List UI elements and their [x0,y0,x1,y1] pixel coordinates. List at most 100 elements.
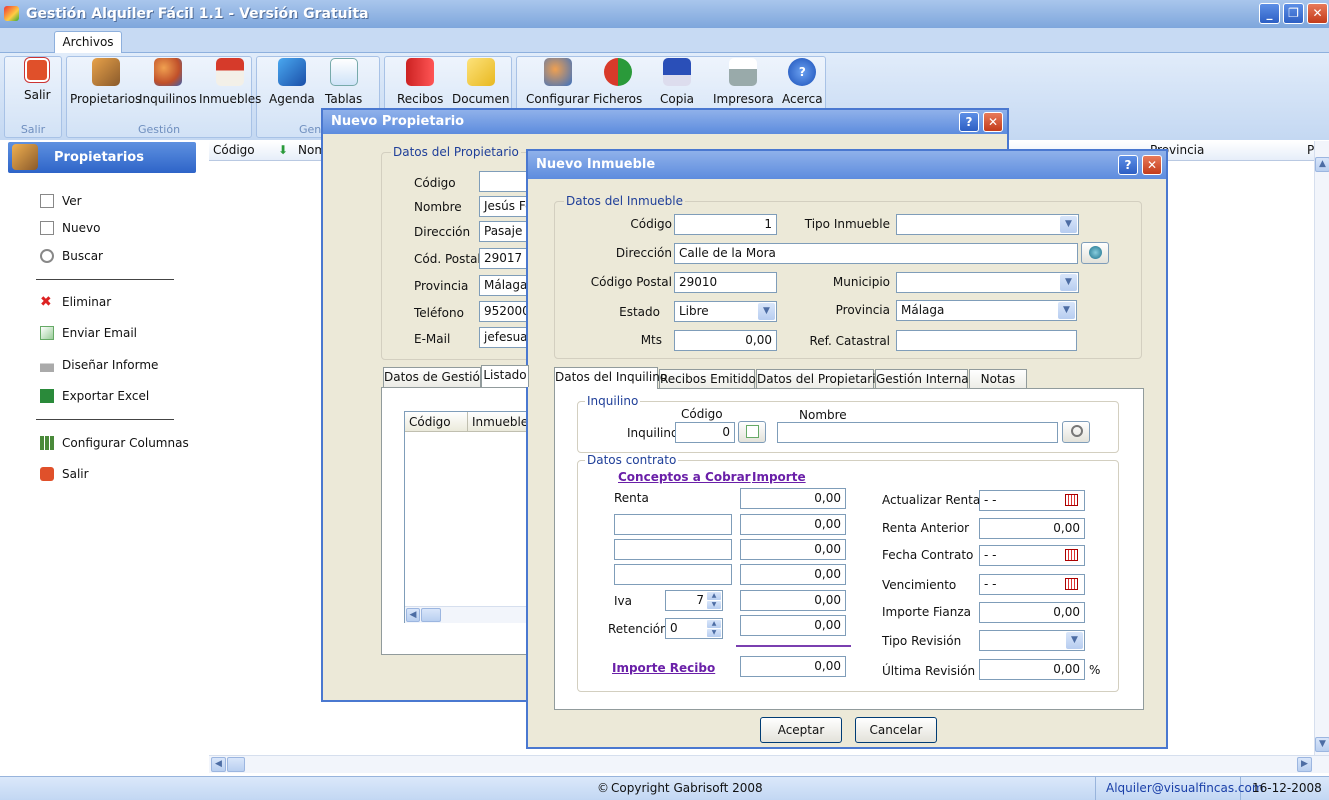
ribbon-inmuebles-button[interactable]: Inmuebles [199,58,261,106]
importe-fianza-field[interactable]: 0,00 [979,602,1085,623]
scroll-right-icon[interactable]: ▶ [1297,757,1312,772]
status-email[interactable]: Alquiler@visualfincas.com [1106,781,1264,795]
fecha-contrato-date[interactable]: - - [979,545,1085,566]
cancelar-button[interactable]: Cancelar [855,717,937,743]
tab-datos-gestion[interactable]: Datos de Gestión [383,367,487,387]
field-label: Provincia [414,279,469,293]
date-value: - - [984,548,997,562]
app-title: Gestión Alquiler Fácil 1.1 - Versión Gra… [26,6,369,22]
direccion-field[interactable]: Calle de la Mora [674,243,1078,264]
ribbon-propietarios-button[interactable]: Propietarios [70,58,141,106]
ribbon-recibos-button[interactable]: Recibos [397,58,443,106]
sort-arrow-icon: ⬇ [278,143,289,157]
scroll-up-icon[interactable]: ▲ [1315,157,1329,172]
column-label: Nombre [799,408,847,422]
close-button[interactable]: ✕ [1307,3,1328,24]
ref-catastral-field[interactable] [896,330,1077,351]
close-button[interactable]: ✕ [1142,155,1162,175]
ribbon-acerca-button[interactable]: ? Acerca [782,58,823,106]
conceptos-link[interactable]: Conceptos a Cobrar [618,470,751,484]
vertical-scrollbar[interactable]: ▲ ▼ [1314,141,1329,755]
keys-icon [91,58,120,86]
edit-inquilino-button[interactable] [738,421,766,443]
search-inquilino-button[interactable] [1062,421,1090,443]
inquilino-nombre-field[interactable] [777,422,1058,443]
importe-recibo-link[interactable]: Importe Recibo [612,661,715,675]
concepto-field-1[interactable] [614,514,732,535]
tab-gestion-interna[interactable]: Gestión Interna [875,369,969,389]
close-button[interactable]: ✕ [983,112,1003,132]
scroll-left-icon[interactable]: ◀ [406,608,420,622]
list-hscroll[interactable]: ◀ [405,606,535,623]
date-value: - - [984,577,997,591]
retencion-importe-field[interactable]: 0,00 [740,615,846,636]
renta-importe-field[interactable]: 0,00 [740,488,846,509]
map-button[interactable] [1081,242,1109,264]
tipo-inmueble-select[interactable]: ▼ [896,214,1079,235]
iva-importe-field[interactable]: 0,00 [740,590,846,611]
municipio-select[interactable]: ▼ [896,272,1079,293]
inquilino-codigo-field[interactable]: 0 [675,422,735,443]
concepto-field-3[interactable] [614,564,732,585]
tab-datos-propietario[interactable]: Datos del Propietario [756,369,883,389]
spinner-icon[interactable]: ▲ ▼ [707,620,721,637]
printer-icon [729,58,758,86]
ribbon-tablas-button[interactable]: Tablas [325,58,362,106]
concepto-field-2[interactable] [614,539,732,560]
ribbon-salir-button[interactable]: Salir [24,58,51,102]
ribbon-ficheros-button[interactable]: Ficheros [593,58,642,106]
importe-field-3[interactable]: 0,00 [740,564,846,585]
tab-listado[interactable]: Listado [481,365,529,387]
scroll-thumb[interactable] [421,608,441,622]
scroll-thumb[interactable] [227,757,245,772]
ribbon-agenda-button[interactable]: Agenda [269,58,315,106]
aceptar-button[interactable]: Aceptar [760,717,842,743]
tipo-revision-select[interactable]: ▼ [979,630,1085,651]
ribbon-configurar-button[interactable]: Configurar [526,58,589,106]
calendar-icon[interactable] [1065,578,1078,590]
restore-button[interactable]: ❐ [1283,3,1304,24]
help-button[interactable]: ? [1118,155,1138,175]
importe-link[interactable]: Importe [752,470,806,484]
estado-select[interactable]: Libre ▼ [674,301,777,322]
dialog-title: Nuevo Propietario [331,114,465,129]
importe-recibo-field[interactable]: 0,00 [740,656,846,677]
renta-anterior-field[interactable]: 0,00 [979,518,1085,539]
ribbon-tab-archivos[interactable]: Archivos [54,31,122,53]
iva-stepper[interactable]: 7 ▲ ▼ [665,590,723,611]
app-icon [4,6,19,21]
ribbon-inquilinos-button[interactable]: Inquilinos [139,58,197,106]
help-button[interactable]: ? [959,112,979,132]
actualizar-renta-date[interactable]: - - [979,490,1085,511]
scroll-left-icon[interactable]: ◀ [211,757,226,772]
retencion-stepper[interactable]: 0 ▲ ▼ [665,618,723,639]
ribbon-documentos-button[interactable]: Documen [452,58,509,106]
horizontal-scrollbar[interactable]: ◀ ▶ [209,755,1329,773]
calendar-icon[interactable] [1065,494,1078,506]
minimize-button[interactable]: _ [1259,3,1280,24]
field-label: Renta Anterior [882,521,970,535]
tab-recibos-emitidos[interactable]: Recibos Emitidos [659,369,762,389]
tab-datos-inquilino[interactable]: Datos del Inquilino [554,367,667,389]
calendar-icon[interactable] [1065,549,1078,561]
power-icon [25,58,50,82]
ribbon-button-label: Copia [660,92,695,106]
codigo-postal-field[interactable]: 29010 [674,272,777,293]
grid-column-codigo[interactable]: Código [213,143,255,157]
codigo-field[interactable]: 1 [674,214,777,235]
ultima-revision-field[interactable]: 0,00 [979,659,1085,680]
list-column-codigo[interactable]: Código [409,415,451,429]
list-column-inmueble[interactable]: Inmueble [472,415,528,429]
ribbon-copia-button[interactable]: Copia [660,58,694,106]
tab-notas[interactable]: Notas [969,369,1027,389]
field-label: Código [630,217,672,231]
ribbon-impresora-button[interactable]: Impresora [713,58,774,106]
spinner-icon[interactable]: ▲ ▼ [707,592,721,609]
listado-grid: Código Inmueble ◀ [404,411,535,623]
provincia-select[interactable]: Málaga ▼ [896,300,1077,321]
importe-field-2[interactable]: 0,00 [740,539,846,560]
importe-field-1[interactable]: 0,00 [740,514,846,535]
mts-field[interactable]: 0,00 [674,330,777,351]
scroll-down-icon[interactable]: ▼ [1315,737,1329,752]
vencimiento-date[interactable]: - - [979,574,1085,595]
